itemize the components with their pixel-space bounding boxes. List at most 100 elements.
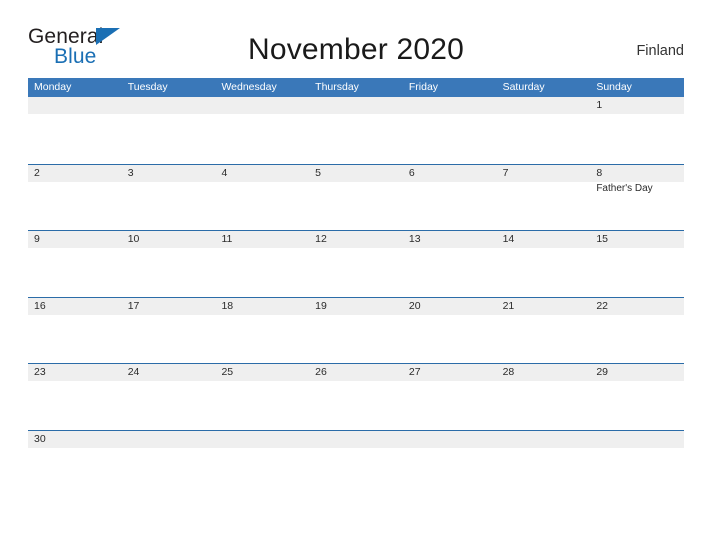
day-cell[interactable]: 22 [590, 297, 685, 363]
calendar-week-row: 9 10 11 12 13 14 15 [28, 230, 685, 297]
day-number: 14 [502, 233, 515, 245]
day-cell[interactable]: 9 [28, 231, 122, 297]
day-number-band [28, 164, 122, 182]
weekday-header-row: Monday Tuesday Wednesday Thursday Friday Satu… [28, 78, 684, 97]
day-number-band [121, 430, 216, 448]
day-number: 4 [221, 166, 228, 179]
day-cell[interactable]: 14 [496, 231, 591, 297]
day-number: 20 [408, 299, 421, 312]
day-number-band [402, 430, 497, 448]
day-cell[interactable]: 15 [590, 231, 685, 297]
day-cell-empty [402, 97, 497, 164]
day-number: 2 [34, 166, 40, 179]
day-number: 27 [408, 366, 421, 378]
day-cell[interactable]: 29 [590, 364, 685, 430]
weekday-header-friday: Friday [408, 81, 439, 93]
day-cell[interactable]: 26 [309, 364, 403, 430]
day-number: 11 [221, 233, 233, 245]
calendar-grid: Monday Tuesday Wednesday Thursday Friday Satu… [28, 78, 685, 460]
day-cell[interactable]: 4 [215, 164, 310, 230]
weekday-header-saturday: Saturday [502, 81, 545, 93]
day-cell[interactable]: 1 [590, 97, 685, 164]
day-number-band [215, 430, 310, 448]
day-cell[interactable]: 21 [496, 297, 591, 363]
day-cell-empty [121, 97, 216, 164]
calendar-page: General Blue November 2020 Finland Monda… [0, 0, 712, 550]
day-cell-empty [215, 97, 310, 164]
day-cell-empty [121, 430, 216, 460]
weekday-header-monday: Monday [34, 81, 72, 93]
page-title: November 2020 [247, 33, 465, 66]
day-number: 21 [502, 299, 515, 312]
day-cell-empty [496, 430, 591, 460]
day-cell[interactable]: 23 [28, 364, 122, 430]
day-number: 19 [315, 299, 327, 312]
day-cell[interactable]: 12 [309, 231, 403, 297]
day-number: 7 [502, 166, 509, 179]
day-cell-empty [309, 430, 403, 460]
day-number: 26 [315, 366, 327, 378]
day-number-band [496, 164, 591, 182]
day-number: 30 [34, 432, 46, 445]
day-cell[interactable]: 3 [121, 164, 216, 230]
day-cell[interactable]: 27 [402, 364, 497, 430]
day-number: 17 [127, 299, 140, 312]
day-number: 18 [221, 299, 234, 312]
day-number: 16 [34, 299, 46, 312]
weekday-header-thursday: Thursday [315, 81, 359, 93]
day-number-band [121, 164, 216, 182]
day-event-label: Father's Day [596, 182, 653, 194]
day-number: 3 [127, 166, 134, 179]
day-cell-empty [402, 430, 497, 460]
day-cell[interactable]: 19 [309, 297, 403, 363]
day-cell[interactable]: 17 [121, 297, 216, 363]
day-cell-empty [215, 430, 310, 460]
day-number: 23 [34, 366, 46, 378]
day-cell[interactable]: 24 [121, 364, 216, 430]
day-number-band [215, 164, 310, 182]
weekday-header-wednesday: Wednesday [221, 81, 277, 93]
day-cell-empty [590, 430, 685, 460]
calendar-week-rows: 1 2 3 4 5 6 7 8 Father's Day 9 10 11 12 13 14 15 16 17 18 1… [28, 97, 685, 460]
day-cell[interactable]: 20 [402, 297, 497, 363]
region-label: Finland [636, 43, 684, 59]
day-cell-empty [28, 97, 122, 164]
page-header: General Blue November 2020 Finland [28, 26, 684, 72]
day-cell[interactable]: 16 [28, 297, 122, 363]
day-cell[interactable]: 18 [215, 297, 310, 363]
day-number: 1 [596, 99, 603, 111]
day-cell[interactable]: 6 [402, 164, 497, 230]
day-number-band [121, 97, 216, 114]
day-cell[interactable]: 30 [28, 430, 122, 460]
day-cell[interactable]: 11 [215, 231, 310, 297]
day-number-band [402, 97, 497, 114]
day-events: Father's Day [596, 182, 681, 196]
calendar-week-row: 23 24 25 26 27 28 29 [28, 363, 685, 430]
day-cell[interactable]: 10 [121, 231, 216, 297]
day-cell[interactable]: 2 [28, 164, 122, 230]
day-number-band [590, 97, 685, 114]
day-number-band [496, 430, 591, 448]
day-number: 25 [221, 366, 234, 378]
day-cell[interactable]: 7 [496, 164, 591, 230]
day-number-band [215, 97, 310, 114]
day-number-band [309, 164, 403, 182]
calendar-week-row: 1 [28, 97, 685, 164]
day-number: 28 [502, 366, 515, 378]
day-number-band [309, 430, 403, 448]
day-number-band [28, 97, 122, 114]
day-number-band [496, 97, 591, 114]
day-number: 6 [408, 166, 415, 179]
day-cell[interactable]: 8 Father's Day [590, 164, 685, 230]
day-number: 24 [127, 366, 140, 378]
day-cell[interactable]: 5 [309, 164, 403, 230]
day-cell[interactable]: 25 [215, 364, 310, 430]
day-number: 9 [34, 233, 40, 245]
day-cell[interactable]: 28 [496, 364, 591, 430]
day-number-band [402, 164, 497, 182]
day-number: 8 [596, 166, 603, 179]
calendar-week-row: 16 17 18 19 20 21 22 [28, 296, 685, 363]
day-number: 5 [315, 166, 321, 179]
day-cell-empty [496, 97, 591, 164]
day-cell[interactable]: 13 [402, 231, 497, 297]
